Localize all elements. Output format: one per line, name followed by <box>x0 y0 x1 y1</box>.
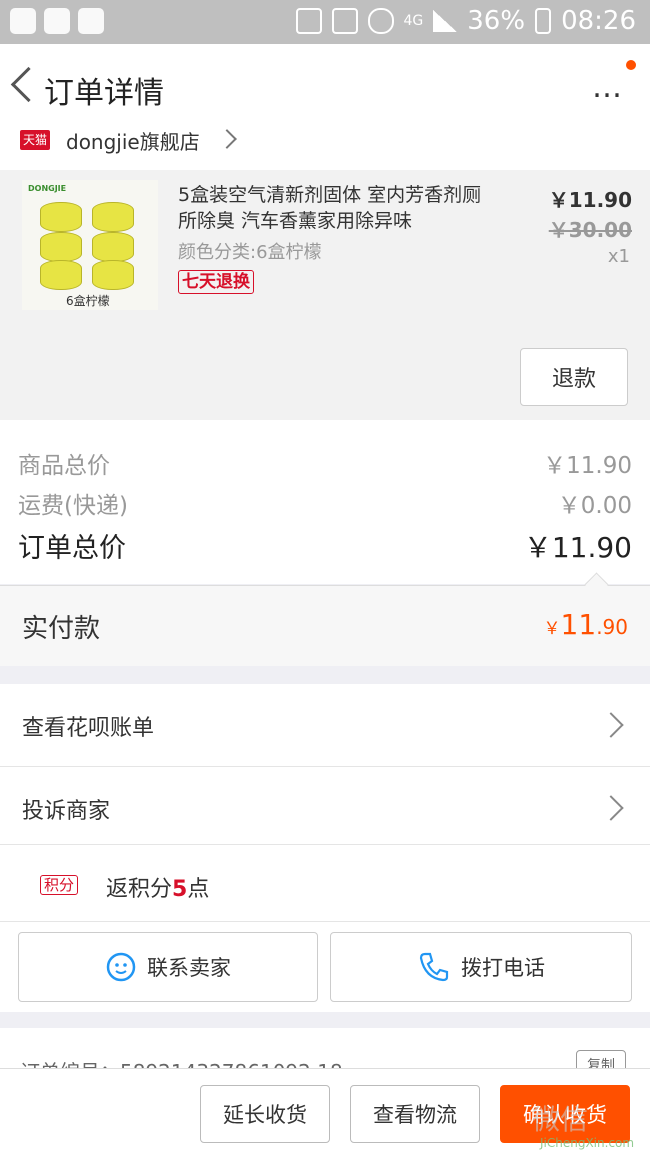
watermark-site: JiChengXin.com <box>540 1136 635 1150</box>
order-total-value: ￥11.90 <box>523 531 632 564</box>
price-summary: 商品总价 ￥11.90 运费(快递) ￥0.00 订单总价 ￥11.90 <box>0 420 650 584</box>
call-label: 拨打电话 <box>461 956 545 980</box>
refund-button[interactable]: 退款 <box>520 348 628 406</box>
alarm-icon <box>367 8 394 34</box>
notification-dot <box>626 60 636 70</box>
product-image-brand: DONGJIE <box>28 184 67 193</box>
points-badge: 积分 <box>40 875 79 895</box>
huabei-bill-row[interactable]: 查看花呗账单 <box>0 684 650 766</box>
points-text: 返积分5点 <box>106 871 209 903</box>
product-image-caption: 6盒柠檬 <box>66 294 110 308</box>
nfc-icon <box>295 8 322 34</box>
status-icons-right: 4G 36% 08:26 <box>295 6 636 36</box>
watermark: 微信 <box>532 1103 589 1136</box>
app-notification-icon <box>44 8 70 34</box>
product-item[interactable]: DONGJIE 6盒柠檬 5盒装空气清新剂固体 室内芳香剂厕所除臭 汽车香薰家用… <box>0 170 650 420</box>
complain-seller-label: 投诉商家 <box>22 799 111 824</box>
more-options-icon[interactable]: … <box>592 70 624 105</box>
product-attribute: 颜色分类:6盒柠檬 <box>178 242 322 263</box>
complain-seller-row[interactable]: 投诉商家 <box>0 767 650 844</box>
points-suffix: 点 <box>187 877 210 902</box>
store-row[interactable]: 天猫 dongjie旗舰店 <box>0 129 650 170</box>
battery-icon <box>535 8 552 34</box>
huabei-bill-label: 查看花呗账单 <box>22 716 155 741</box>
points-value: 5 <box>172 877 188 902</box>
return-policy-tag: 七天退换 <box>178 270 254 294</box>
chevron-right-icon <box>598 712 624 738</box>
product-quantity: x1 <box>607 246 630 267</box>
network-type: 4G <box>403 13 424 29</box>
chevron-right-icon[interactable] <box>217 129 237 149</box>
image-notification-icon <box>78 8 104 34</box>
product-image[interactable]: DONGJIE 6盒柠檬 <box>22 180 158 310</box>
contact-seller-button[interactable]: 联系卖家 <box>18 932 318 1002</box>
product-price: ￥11.90 <box>548 188 632 212</box>
app-notification-icon <box>10 8 36 34</box>
clock: 08:26 <box>561 6 636 36</box>
points-row: 积分 返积分5点 <box>0 845 650 921</box>
product-original-price: ￥30.00 <box>548 218 632 242</box>
contact-seller-label: 联系卖家 <box>147 956 231 980</box>
call-button[interactable]: 拨打电话 <box>330 932 632 1002</box>
goods-total-label: 商品总价 <box>18 453 110 479</box>
signal-icon <box>433 10 458 32</box>
shipping-value: ￥0.00 <box>557 493 632 519</box>
currency-symbol: ￥ <box>543 619 561 639</box>
amount-paid-value: ￥11.90 <box>544 608 628 641</box>
app-header: 订单详情 … <box>0 44 650 131</box>
extend-receipt-button[interactable]: 延长收货 <box>200 1085 330 1143</box>
phone-icon <box>419 952 449 982</box>
view-logistics-button[interactable]: 查看物流 <box>350 1085 480 1143</box>
page-title: 订单详情 <box>44 76 164 111</box>
amount-integer: 11 <box>560 608 597 641</box>
tmall-badge: 天猫 <box>20 130 51 150</box>
copy-button[interactable]: 复制 <box>576 1050 626 1068</box>
contact-section: 联系卖家 拨打电话 <box>0 922 650 1012</box>
goods-total-value: ￥11.90 <box>543 453 632 479</box>
order-info: 订单编号：589214327861092 18 复制 <box>0 1028 650 1068</box>
shipping-label: 运费(快递) <box>18 493 128 519</box>
amount-decimal: .90 <box>596 615 628 639</box>
points-prefix: 返积分 <box>106 877 173 902</box>
mute-icon <box>331 8 358 34</box>
order-number: 订单编号：589214327861092 18 <box>20 1056 343 1068</box>
product-name[interactable]: 5盒装空气清新剂固体 室内芳香剂厕所除臭 汽车香薰家用除异味 <box>178 182 498 234</box>
chevron-right-icon <box>598 795 624 821</box>
chat-smile-icon <box>106 952 136 982</box>
amount-paid-label: 实付款 <box>22 614 101 644</box>
order-total-label: 订单总价 <box>18 533 126 564</box>
amount-paid-row: 实付款 ￥11.90 <box>0 572 650 666</box>
store-name[interactable]: dongjie旗舰店 <box>66 126 200 155</box>
battery-percent: 36% <box>467 6 526 36</box>
status-icons-left <box>10 8 104 34</box>
status-bar: 4G 36% 08:26 <box>0 0 650 44</box>
